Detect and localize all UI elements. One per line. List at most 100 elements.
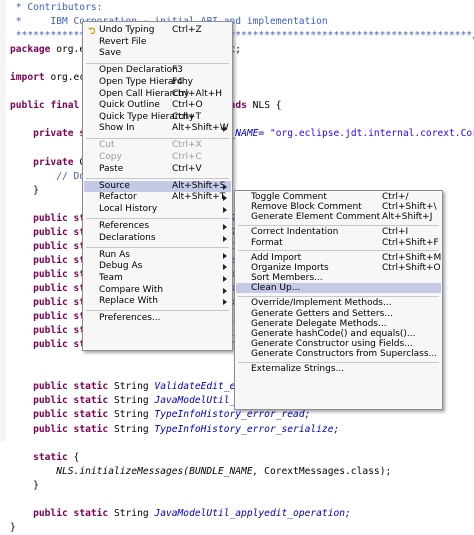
code-line: NLS.initializeMessages(BUNDLE_NAME, Core… (56, 465, 392, 477)
menu-item-shortcut: Ctrl+X (172, 140, 202, 151)
menu-item-team[interactable]: Team (84, 273, 231, 285)
code-line: } (10, 521, 16, 533)
menu-item-paste[interactable]: Paste Ctrl+V (84, 164, 231, 176)
menu-item-shortcut: F4 (172, 76, 183, 87)
menu-separator (238, 250, 439, 252)
menu-separator (238, 224, 439, 226)
code-line: public static String TypeInfoHistory_err… (33, 423, 340, 435)
menu-item-revert-file[interactable]: Revert File (84, 37, 231, 49)
menu-item-generate-getters-and-setters[interactable]: Generate Getters and Setters... (236, 309, 441, 319)
menu-item-clean-up[interactable]: Clean Up... (236, 283, 441, 294)
menu-item-remove-block-comment[interactable]: Remove Block Comment Ctrl+Shift+\ (236, 202, 441, 212)
menu-item-save[interactable]: Save (84, 48, 231, 60)
menu-item-shortcut: Alt+Shift+W (172, 123, 229, 134)
menu-item-label: Cut (99, 140, 115, 151)
menu-item-override-implement-methods[interactable]: Override/Implement Methods... (236, 298, 441, 308)
code-line: ****************************************… (10, 30, 474, 42)
menu-separator (86, 177, 229, 179)
menu-separator (86, 310, 229, 312)
editor-ruler (0, 0, 6, 442)
menu-item-references[interactable]: References (84, 221, 231, 233)
menu-item-label: Generate Constructor using Fields... (251, 338, 413, 349)
code-line: public static String ValidateEdit_error; (33, 381, 265, 393)
context-menu: Undo Typing Ctrl+Z Revert File Save Open Dec… (82, 21, 233, 351)
submenu-arrow-icon (223, 299, 227, 306)
menu-item-quick-type-hierarchy[interactable]: Quick Type Hierarchy Ctrl+T (84, 112, 231, 124)
submenu-arrow-icon (223, 183, 227, 190)
menu-item-add-import[interactable]: Add Import Ctrl+Shift+M (236, 253, 441, 263)
source-submenu: Toggle Comment Ctrl+/Remove Block Comment… (234, 190, 443, 410)
menu-item-externalize-strings[interactable]: Externalize Strings... (236, 364, 441, 374)
menu-item-run-as[interactable]: Run As (84, 250, 231, 262)
menu-item-replace-with[interactable]: Replace With (84, 296, 231, 308)
menu-item-preferences[interactable]: Preferences... (84, 313, 231, 325)
menu-item-generate-element-comment[interactable]: Generate Element Comment Alt+Shift+J (236, 212, 441, 222)
menu-item-shortcut: Alt+Shift+S (172, 180, 226, 191)
menu-item-shortcut: Ctrl+Z (172, 25, 202, 35)
menu-item-undo-typing[interactable]: Undo Typing Ctrl+Z (84, 25, 231, 37)
menu-item-copy: Copy Ctrl+C (84, 152, 231, 164)
menu-item-shortcut: Ctrl+I (382, 227, 409, 238)
submenu-arrow-icon (223, 287, 227, 294)
menu-item-open-declaration[interactable]: Open Declaration F3 (84, 65, 231, 77)
submenu-arrow-icon (223, 264, 227, 271)
code-line: public static String TypeInfoHistory_err… (33, 409, 311, 421)
menu-item-label: Sort Members... (251, 273, 323, 284)
menu-item-compare-with[interactable]: Compare With (84, 285, 231, 297)
submenu-arrow-icon (223, 252, 227, 259)
menu-item-correct-indentation[interactable]: Correct Indentation Ctrl+I (236, 227, 441, 237)
submenu-arrow-icon (223, 195, 227, 202)
menu-item-label: Clean Up... (251, 283, 301, 294)
menu-item-label: Run As (99, 249, 130, 260)
menu-item-local-history[interactable]: Local History (84, 204, 231, 216)
menu-item-shortcut: Ctrl+Shift+F (382, 237, 439, 248)
menu-item-organize-imports[interactable]: Organize Imports Ctrl+Shift+O (236, 263, 441, 273)
menu-item-label: Override/Implement Methods... (251, 298, 392, 309)
menu-item-generate-delegate-methods[interactable]: Generate Delegate Methods... (236, 319, 441, 329)
menu-item-quick-outline[interactable]: Quick Outline Ctrl+O (84, 100, 231, 112)
menu-item-show-in[interactable]: Show In Alt+Shift+W (84, 123, 231, 135)
menu-item-label: Format (251, 237, 283, 248)
menu-item-shortcut: Ctrl+T (172, 111, 202, 122)
menu-item-label: Declarations (99, 232, 156, 243)
menu-item-label: Externalize Strings... (251, 364, 345, 375)
menu-item-toggle-comment[interactable]: Toggle Comment Ctrl+/ (236, 192, 441, 202)
menu-item-label: Quick Outline (99, 100, 160, 111)
menu-item-sort-members[interactable]: Sort Members... (236, 273, 441, 283)
code-line: public static String JavaModelUtil_apply… (33, 507, 351, 519)
menu-item-shortcut: Alt+Shift+T (172, 192, 226, 203)
menu-item-label: Correct Indentation (251, 227, 339, 238)
submenu-arrow-icon (223, 126, 227, 133)
submenu-arrow-icon (223, 275, 227, 282)
code-line: private static final String BUNDLE_NAME=… (33, 128, 474, 140)
menu-item-open-call-hierarchy[interactable]: Open Call Hierarchy Ctrl+Alt+H (84, 89, 231, 101)
menu-item-debug-as[interactable]: Debug As (84, 261, 231, 273)
menu-item-label: Undo Typing (99, 25, 155, 35)
menu-item-label: Generate Getters and Setters... (251, 308, 393, 319)
menu-item-label: Debug As (99, 261, 143, 272)
menu-item-shortcut: F3 (172, 65, 183, 76)
menu-item-label: Refactor (99, 192, 137, 203)
menu-item-source[interactable]: Source Alt+Shift+S (84, 180, 231, 193)
menu-item-shortcut: Ctrl+O (172, 100, 203, 111)
menu-item-label: Toggle Comment (251, 192, 327, 202)
menu-item-label: Open Declaration (99, 65, 178, 76)
menu-item-format[interactable]: Format Ctrl+Shift+F (236, 238, 441, 248)
menu-item-generate-constructors-from-superclass[interactable]: Generate Constructors from Superclass... (236, 349, 441, 359)
menu-item-label: Organize Imports (251, 262, 329, 273)
menu-item-cut: Cut Ctrl+X (84, 140, 231, 152)
menu-item-generate-constructor-using-fields[interactable]: Generate Constructor using Fields... (236, 339, 441, 349)
menu-item-refactor[interactable]: Refactor Alt+Shift+T (84, 192, 231, 204)
code-line: * Contributors: (10, 2, 103, 13)
menu-separator (86, 218, 229, 220)
menu-item-label: Source (99, 180, 130, 191)
menu-item-label: Compare With (99, 284, 164, 295)
menu-item-label: Generate hashCode() and equals()... (251, 328, 416, 339)
menu-item-generate-hashcode-and-equals[interactable]: Generate hashCode() and equals()... (236, 329, 441, 339)
menu-item-label: Paste (99, 163, 124, 174)
menu-item-open-type-hierarchy[interactable]: Open Type Hierarchy F4 (84, 77, 231, 89)
menu-item-label: Revert File (99, 36, 147, 47)
menu-item-label: Generate Delegate Methods... (251, 318, 387, 329)
menu-item-declarations[interactable]: Declarations (84, 233, 231, 245)
menu-item-label: Replace With (99, 296, 158, 307)
